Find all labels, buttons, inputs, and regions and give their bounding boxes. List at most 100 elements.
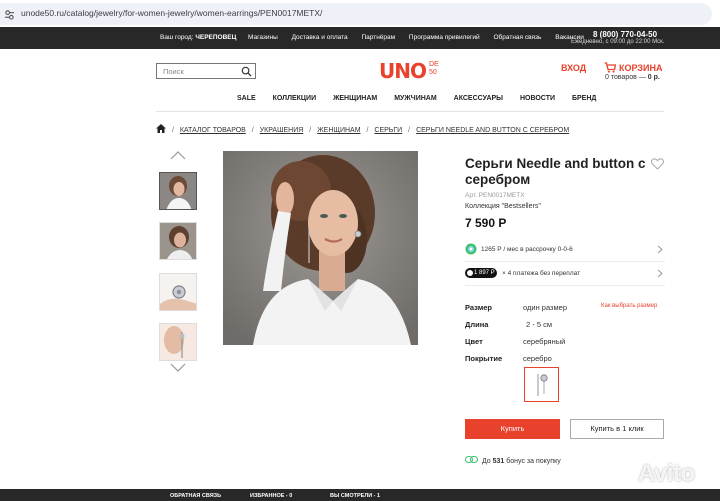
city-label: Ваш город:	[160, 34, 194, 41]
nav-women[interactable]: ЖЕНЩИНАМ	[333, 95, 377, 102]
nav-brand[interactable]: БРЕНД	[572, 95, 596, 102]
logo-suffix-50: 50	[429, 69, 437, 76]
split-payment-row[interactable]: 1 897 Р × 4 платежа без переплат	[465, 266, 665, 286]
heart-icon[interactable]	[651, 158, 664, 170]
thumbnail-model-image	[160, 173, 196, 209]
attr-coating-label: Покрытие	[465, 354, 503, 363]
home-icon[interactable]	[156, 124, 166, 133]
product-price: 7 590 Р	[465, 216, 507, 230]
installment-icon	[465, 243, 477, 255]
bonus-prefix: До	[481, 458, 491, 465]
split-logo-icon	[467, 270, 473, 276]
breadcrumb: / КАТАЛОГ ТОВАРОВ / УКРАШЕНИЯ / ЖЕНЩИНАМ…	[156, 124, 569, 134]
chevron-up-icon[interactable]	[170, 151, 186, 160]
top-link-delivery[interactable]: Доставка и оплата	[292, 34, 348, 41]
cart-link[interactable]: КОРЗИНА	[619, 63, 662, 73]
installment-text: 1265 Р / мес в рассрочку 0-0-6	[481, 246, 573, 253]
chevron-down-icon[interactable]	[170, 363, 186, 372]
brand-logo[interactable]: UNO DE 50	[379, 59, 449, 85]
one-click-buy-button[interactable]: Купить в 1 клик	[570, 419, 664, 439]
thumbnail-3[interactable]	[159, 273, 197, 311]
installment-row[interactable]: 1265 Р / мес в рассрочку 0-0-6	[465, 242, 665, 262]
search-input[interactable]: Поиск	[156, 63, 256, 79]
thumbnail-4[interactable]	[159, 323, 197, 361]
watermark: Avito	[638, 460, 695, 487]
nav-news[interactable]: НОВОСТИ	[520, 95, 555, 102]
logo-suffix-de: DE	[429, 61, 439, 68]
breadcrumb-separator: /	[366, 127, 369, 134]
nav-accessories[interactable]: АКСЕССУАРЫ	[454, 95, 503, 102]
bottom-feedback-link[interactable]: ОБРАТНАЯ СВЯЗЬ	[170, 493, 221, 499]
split-payment-badge: 1 897 Р	[465, 268, 497, 278]
bottom-viewed-link[interactable]: ВЫ СМОТРЕЛИ - 1	[330, 493, 380, 499]
city-name[interactable]: ЧЕРЕПОВЕЦ	[195, 34, 236, 41]
chevron-right-icon	[657, 269, 663, 278]
cart-summary: 0 товаров — 0 р.	[605, 74, 660, 81]
working-hours: Ежедневно, с 09:00 до 22:00 Мск.	[571, 39, 665, 45]
logo-wordmark: UNO	[379, 59, 427, 83]
top-link-stores[interactable]: Магазины	[248, 34, 278, 41]
logo-suffix: DE 50	[429, 61, 439, 77]
breadcrumb-jewelry[interactable]: УКРАШЕНИЯ	[260, 127, 304, 134]
product-title: Серьги Needle and button с серебром	[465, 156, 646, 187]
top-links: Магазины Доставка и оплата Партнёрам Про…	[248, 34, 596, 41]
product-main-image[interactable]	[223, 151, 418, 345]
breadcrumb-separator: /	[408, 127, 411, 134]
url-text: unode50.ru/catalog/jewelry/for-women-jew…	[21, 8, 323, 18]
header-divider	[156, 111, 664, 112]
thumbnail-earring-image	[160, 274, 196, 310]
bottom-bar: ОБРАТНАЯ СВЯЗЬ ИЗБРАННОЕ - 0 ВЫ СМОТРЕЛИ…	[0, 489, 720, 501]
bonus-suffix: бонус за покупку	[506, 458, 561, 465]
attr-length-value: 2 - 5 см	[526, 320, 552, 329]
variant-swatch[interactable]	[524, 367, 559, 402]
site-settings-icon[interactable]	[4, 9, 15, 20]
attr-size-value: один размер	[523, 303, 567, 312]
city-selector[interactable]: Ваш город: ЧЕРЕПОВЕЦ	[160, 34, 236, 41]
attr-length-label: Длина	[465, 320, 489, 329]
breadcrumb-earrings[interactable]: СЕРЬГИ	[374, 127, 402, 134]
bonus-amount: 531	[492, 458, 505, 465]
bottom-favorites-link[interactable]: ИЗБРАННОЕ - 0	[250, 493, 292, 499]
top-link-feedback[interactable]: Обратная связь	[493, 34, 541, 41]
watermark-dots-icon	[614, 468, 632, 487]
product-collection[interactable]: Коллекция "Bestsellers"	[465, 203, 541, 210]
earring-variant-image	[537, 374, 548, 396]
bonus-icon	[465, 456, 478, 463]
top-link-loyalty[interactable]: Программа привилегий	[409, 34, 480, 41]
size-guide-link[interactable]: Как выбрать размер	[601, 303, 657, 309]
top-link-partners[interactable]: Партнёрам	[361, 34, 395, 41]
nav-sale[interactable]: SALE	[237, 95, 256, 102]
login-link[interactable]: ВХОД	[561, 63, 586, 73]
phone-number[interactable]: 8 (800) 770-04-50	[593, 30, 657, 39]
breadcrumb-separator: /	[251, 127, 254, 134]
chevron-right-icon	[657, 245, 663, 254]
product-article: Арт. PEN0017METX	[465, 192, 525, 199]
split-payment-amount: 1 897 Р	[474, 270, 495, 276]
buy-button[interactable]: Купить	[465, 419, 560, 439]
main-nav: SALE КОЛЛЕКЦИИ ЖЕНЩИНАМ МУЖЧИНАМ АКСЕССУ…	[237, 95, 611, 102]
breadcrumb-current: СЕРЬГИ NEEDLE AND BUTTON С СЕРЕБРОМ	[416, 127, 570, 134]
nav-collections[interactable]: КОЛЛЕКЦИИ	[273, 95, 316, 102]
search-icon[interactable]	[241, 66, 252, 77]
breadcrumb-separator: /	[309, 127, 312, 134]
attr-color-value: серебряный	[523, 337, 566, 346]
thumbnail-1[interactable]	[159, 172, 197, 210]
attr-color-label: Цвет	[465, 337, 483, 346]
thumbnail-2[interactable]	[159, 222, 197, 260]
breadcrumb-women[interactable]: ЖЕНЩИНАМ	[317, 127, 360, 134]
split-payment-text: × 4 платежа без переплат	[502, 270, 581, 277]
model-photo	[223, 151, 418, 345]
bonus-info: До 531 бонус за покупку	[465, 456, 561, 465]
cart-items-count: 0 товаров —	[605, 74, 646, 81]
attr-coating-value: серебро	[523, 354, 552, 363]
top-info-bar: Ваш город: ЧЕРЕПОВЕЦ Магазины Доставка и…	[0, 27, 720, 49]
attr-size-label: Размер	[465, 303, 493, 312]
cart-total: 0 р.	[647, 74, 660, 81]
breadcrumb-catalog[interactable]: КАТАЛОГ ТОВАРОВ	[180, 127, 246, 134]
cart-icon[interactable]	[604, 62, 616, 73]
url-field[interactable]: unode50.ru/catalog/jewelry/for-women-jew…	[0, 3, 712, 25]
nav-men[interactable]: МУЖЧИНАМ	[394, 95, 437, 102]
thumbnail-earring-image	[160, 324, 196, 360]
browser-address-bar: unode50.ru/catalog/jewelry/for-women-jew…	[0, 0, 720, 30]
breadcrumb-separator: /	[171, 127, 174, 134]
